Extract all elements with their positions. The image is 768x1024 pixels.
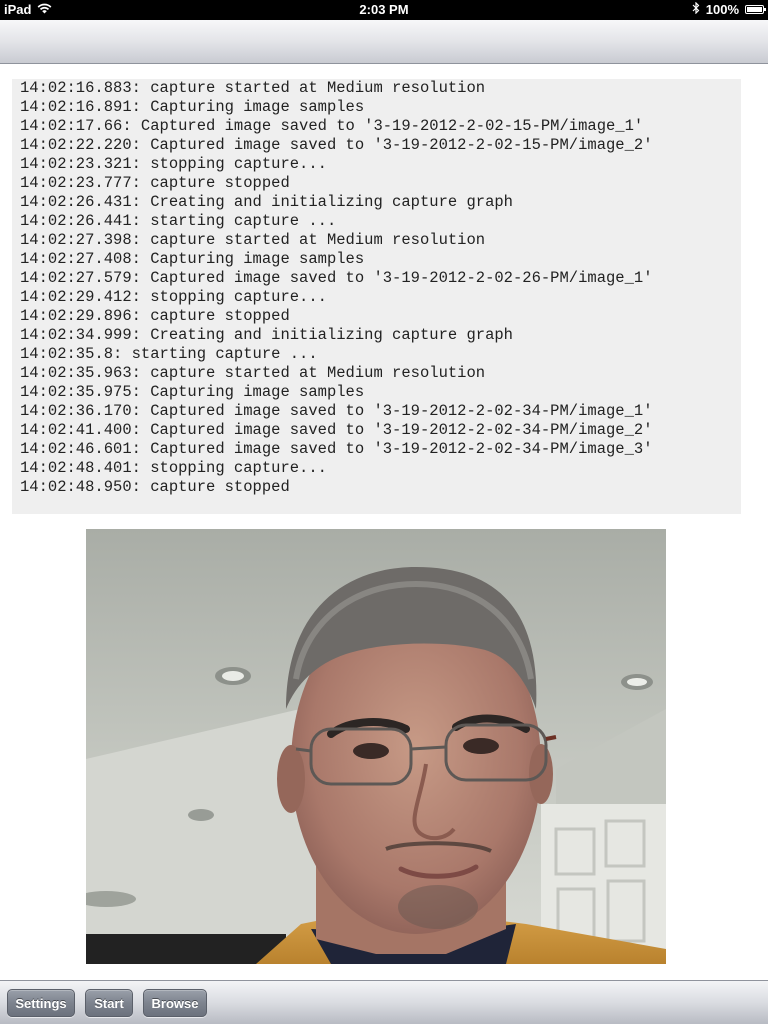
log-line: 14:02:26.441: starting capture ...	[20, 212, 337, 230]
log-line: 14:02:34.999: Creating and initializing …	[20, 326, 513, 344]
navigation-bar	[0, 20, 768, 64]
battery-percent: 100%	[705, 2, 739, 17]
log-line: 14:02:48.950: capture stopped	[20, 478, 290, 496]
log-line: 14:02:35.963: capture started at Medium …	[20, 364, 486, 382]
log-line: 14:02:16.883: capture started at Medium …	[20, 79, 486, 97]
log-line: 14:02:29.896: capture stopped	[20, 307, 290, 325]
status-right-group: 100%	[692, 1, 766, 17]
log-line: 14:02:48.401: stopping capture...	[20, 459, 327, 477]
bottom-toolbar: Settings Start Browse	[0, 980, 768, 1024]
camera-preview-image	[86, 529, 666, 964]
battery-icon	[745, 5, 766, 14]
status-time: 2:03 PM	[359, 2, 409, 17]
log-line: 14:02:35.8: starting capture ...	[20, 345, 318, 363]
log-line: 14:02:36.170: Captured image saved to '3…	[20, 402, 653, 420]
log-line: 14:02:27.408: Capturing image samples	[20, 250, 365, 268]
log-line: 14:02:29.412: stopping capture...	[20, 288, 327, 306]
log-line: 14:02:46.601: Captured image saved to '3…	[20, 440, 653, 458]
log-line: 14:02:16.891: Capturing image samples	[20, 98, 365, 116]
log-line: 14:02:17.66: Captured image saved to '3-…	[20, 117, 644, 135]
log-line: 14:02:35.975: Capturing image samples	[20, 383, 365, 401]
status-bar: iPad 2:03 PM 100%	[0, 0, 768, 20]
capture-log[interactable]: 14:02:16.883: capture started at Medium …	[12, 79, 741, 514]
log-line: 14:02:27.398: capture started at Medium …	[20, 231, 486, 249]
log-line: 14:02:22.220: Captured image saved to '3…	[20, 136, 653, 154]
bluetooth-icon	[692, 1, 700, 17]
browse-button[interactable]: Browse	[143, 989, 207, 1017]
start-button[interactable]: Start	[85, 989, 133, 1017]
settings-button[interactable]: Settings	[7, 989, 75, 1017]
log-line: 14:02:41.400: Captured image saved to '3…	[20, 421, 653, 439]
log-line: 14:02:26.431: Creating and initializing …	[20, 193, 513, 211]
log-line: 14:02:27.579: Captured image saved to '3…	[20, 269, 653, 287]
log-line: 14:02:23.321: stopping capture...	[20, 155, 327, 173]
log-line: 14:02:23.777: capture stopped	[20, 174, 290, 192]
